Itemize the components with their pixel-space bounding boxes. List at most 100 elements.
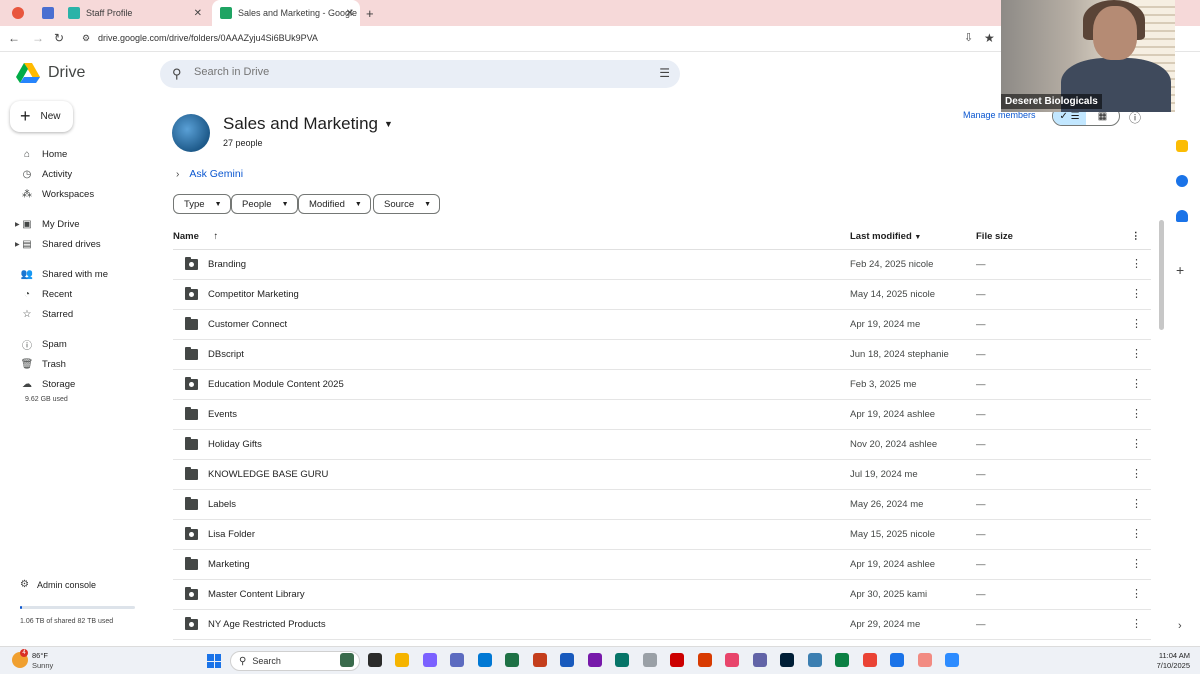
- add-addon-icon[interactable]: +: [1176, 262, 1184, 278]
- taskbar-app-icon[interactable]: [395, 653, 409, 667]
- bookmark-star-icon[interactable]: ★: [984, 31, 995, 45]
- back-icon[interactable]: ←: [8, 31, 20, 45]
- more-options-icon[interactable]: ⋮: [1131, 587, 1142, 600]
- taskbar-app-icon[interactable]: [615, 653, 629, 667]
- expand-icon[interactable]: ▶: [15, 221, 20, 228]
- table-row[interactable]: Labels May 26, 2024 me — ⋮: [173, 490, 1151, 520]
- taskbar-app-icon[interactable]: [807, 653, 822, 667]
- browser-tab[interactable]: [42, 2, 60, 24]
- taskbar-app-icon[interactable]: [697, 653, 712, 667]
- windows-start-icon[interactable]: [207, 654, 221, 668]
- table-row[interactable]: Lisa Folder May 15, 2025 nicole — ⋮: [173, 520, 1151, 550]
- more-options-icon[interactable]: ⋮: [1131, 257, 1142, 270]
- ask-gemini-toggle[interactable]: › Ask Gemini: [176, 168, 243, 180]
- more-options-icon[interactable]: ⋮: [1131, 467, 1142, 480]
- sidebar-item-recent[interactable]: ◔ Recent: [20, 286, 72, 302]
- more-options-icon[interactable]: ⋮: [1131, 231, 1141, 242]
- table-row[interactable]: NY Age Restricted Products Apr 29, 2024 m…: [173, 610, 1151, 640]
- collapse-panel-icon[interactable]: ›: [1178, 620, 1182, 632]
- site-info-icon[interactable]: ⚙: [82, 33, 90, 44]
- url-field[interactable]: drive.google.com/drive/folders/0AAAZyju4…: [98, 33, 318, 43]
- taskbar-app-icon[interactable]: [560, 653, 574, 667]
- taskbar-app-icon[interactable]: [670, 653, 684, 667]
- taskbar-app-icon[interactable]: [890, 653, 904, 667]
- install-app-icon[interactable]: ⇩: [964, 31, 973, 44]
- sidebar-item-activity[interactable]: ◷ Activity: [20, 166, 72, 182]
- filter-modified[interactable]: Modified ▼: [298, 194, 371, 214]
- new-tab-icon[interactable]: +: [366, 2, 374, 24]
- taskbar-app-icon[interactable]: [835, 653, 849, 667]
- search-options-icon[interactable]: ☰: [659, 66, 670, 80]
- admin-console-link[interactable]: ⚙ Admin console: [20, 579, 96, 590]
- forward-icon[interactable]: →: [32, 31, 44, 45]
- column-header-name[interactable]: Name ↑: [173, 231, 218, 242]
- taskbar-app-icon[interactable]: [587, 653, 602, 667]
- table-row[interactable]: Events Apr 19, 2024 ashlee — ⋮: [173, 400, 1151, 430]
- sidebar-item-home[interactable]: ⌂ Home: [20, 146, 67, 162]
- taskbar-app-icon[interactable]: [450, 653, 464, 667]
- drive-logo[interactable]: Drive: [16, 63, 85, 83]
- filter-source[interactable]: Source ▼: [373, 194, 441, 214]
- table-row[interactable]: DBscript Jun 18, 2024 stephanie — ⋮: [173, 340, 1151, 370]
- table-row[interactable]: Competitor Marketing May 14, 2025 nicole —…: [173, 280, 1151, 310]
- new-button[interactable]: + New: [10, 101, 73, 132]
- taskbar-app-icon[interactable]: [532, 653, 547, 667]
- taskbar-app-icon[interactable]: [945, 653, 959, 667]
- close-tab-icon[interactable]: ✕: [194, 8, 202, 19]
- more-options-icon[interactable]: ⋮: [1131, 437, 1142, 450]
- sort-arrow-up-icon[interactable]: ↑: [214, 231, 219, 242]
- filter-people[interactable]: People ▼: [231, 194, 298, 214]
- more-options-icon[interactable]: ⋮: [1131, 527, 1142, 540]
- filter-type[interactable]: Type ▼: [173, 194, 231, 214]
- table-row[interactable]: Marketing Apr 19, 2024 ashlee — ⋮: [173, 550, 1151, 580]
- taskbar-app-icon[interactable]: [780, 653, 794, 667]
- taskbar-app-icon[interactable]: [422, 653, 437, 667]
- reload-icon[interactable]: ↻: [54, 31, 64, 45]
- sidebar-item-storage[interactable]: ☁ Storage: [20, 376, 75, 392]
- more-options-icon[interactable]: ⋮: [1131, 317, 1142, 330]
- browser-tab[interactable]: [12, 2, 30, 24]
- more-options-icon[interactable]: ⋮: [1131, 407, 1142, 420]
- more-options-icon[interactable]: ⋮: [1131, 287, 1142, 300]
- tab-sales-and-marketing[interactable]: Sales and Marketing - Google ✕: [212, 0, 360, 26]
- tasks-icon[interactable]: [1176, 175, 1188, 187]
- shared-drive-title[interactable]: Sales and Marketing ▼: [223, 114, 393, 134]
- search-bar[interactable]: ⚲ ☰: [160, 60, 680, 88]
- expand-icon[interactable]: ▶: [15, 241, 20, 248]
- sidebar-item-workspaces[interactable]: ⁂ Workspaces: [20, 186, 94, 202]
- close-tab-icon[interactable]: ✕: [346, 8, 354, 19]
- more-options-icon[interactable]: ⋮: [1131, 347, 1142, 360]
- contacts-icon[interactable]: [1176, 210, 1188, 222]
- taskbar-app-icon[interactable]: [725, 653, 739, 667]
- column-header-last-modified[interactable]: Last modified ▼: [850, 231, 921, 242]
- taskbar-app-icon[interactable]: [340, 653, 354, 667]
- taskbar-app-icon[interactable]: [752, 653, 767, 667]
- taskbar-app-icon[interactable]: [477, 653, 492, 667]
- sidebar-item-my-drive[interactable]: ▶ ▣ My Drive: [15, 216, 79, 232]
- taskbar-app-icon[interactable]: [917, 653, 932, 667]
- more-options-icon[interactable]: ⋮: [1131, 617, 1142, 630]
- table-row[interactable]: Branding Feb 24, 2025 nicole — ⋮: [173, 250, 1151, 280]
- sidebar-item-shared-with-me[interactable]: 👥 Shared with me: [20, 266, 108, 282]
- more-options-icon[interactable]: ⋮: [1131, 557, 1142, 570]
- table-row[interactable]: Holiday Gifts Nov 20, 2024 ashlee — ⋮: [173, 430, 1151, 460]
- taskbar-app-icon[interactable]: [505, 653, 519, 667]
- more-options-icon[interactable]: ⋮: [1131, 377, 1142, 390]
- sidebar-item-shared-drives[interactable]: ▶ ▤ Shared drives: [15, 236, 101, 252]
- more-options-icon[interactable]: ⋮: [1131, 497, 1142, 510]
- column-header-file-size[interactable]: File size: [976, 231, 1013, 242]
- taskbar-app-icon[interactable]: [642, 653, 657, 667]
- table-row[interactable]: KNOWLEDGE BASE GURU Jul 19, 2024 me — ⋮: [173, 460, 1151, 490]
- taskbar-app-icon[interactable]: [862, 653, 877, 667]
- search-icon[interactable]: ⚲: [172, 66, 182, 82]
- tab-staff-profile[interactable]: Staff Profile ✕: [68, 2, 208, 24]
- sidebar-item-starred[interactable]: ☆ Starred: [20, 306, 74, 322]
- sidebar-item-spam[interactable]: ⓘ Spam: [20, 336, 67, 352]
- table-row[interactable]: Customer Connect Apr 19, 2024 me — ⋮: [173, 310, 1151, 340]
- table-row[interactable]: Master Content Library Apr 30, 2025 kami —…: [173, 580, 1151, 610]
- table-row[interactable]: Education Module Content 2025 Feb 3, 2025…: [173, 370, 1151, 400]
- member-count[interactable]: 27 people: [223, 138, 263, 148]
- scrollbar[interactable]: [1159, 220, 1164, 330]
- search-input[interactable]: [194, 66, 634, 78]
- keep-icon[interactable]: [1176, 140, 1188, 152]
